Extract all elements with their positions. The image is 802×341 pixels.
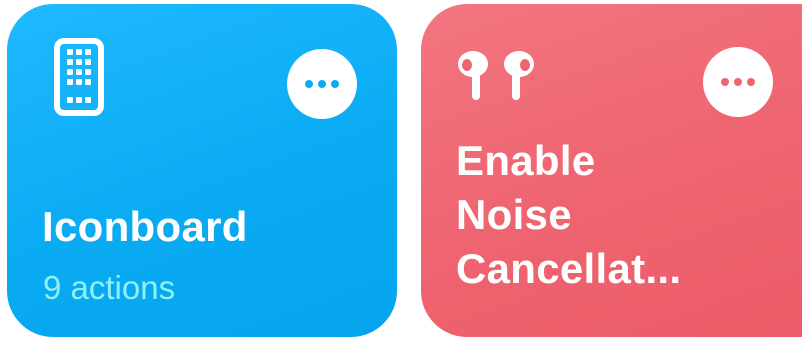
- more-options-button[interactable]: [703, 47, 773, 117]
- shortcuts-grid: Iconboard 9 actions Enable Noise Cancell…: [0, 0, 802, 341]
- ellipsis-icon: [721, 78, 755, 86]
- ellipsis-icon: [305, 80, 339, 88]
- shortcut-card-iconboard[interactable]: Iconboard 9 actions: [7, 4, 397, 337]
- shortcut-title-line: Enable: [456, 137, 596, 184]
- shortcut-title-line: Cancellat...: [456, 245, 682, 292]
- shortcut-card-noise-cancellation[interactable]: Enable Noise Cancellat...: [421, 4, 802, 337]
- shortcut-title-line: Noise: [456, 191, 572, 238]
- shortcut-title: Enable Noise Cancellat...: [456, 134, 756, 296]
- shortcut-title: Iconboard: [42, 203, 248, 250]
- shortcut-action-count: 9 actions: [43, 269, 176, 306]
- more-options-button[interactable]: [287, 49, 357, 119]
- airpods-pro-icon: [455, 48, 537, 107]
- phone-grid-icon: [53, 37, 105, 122]
